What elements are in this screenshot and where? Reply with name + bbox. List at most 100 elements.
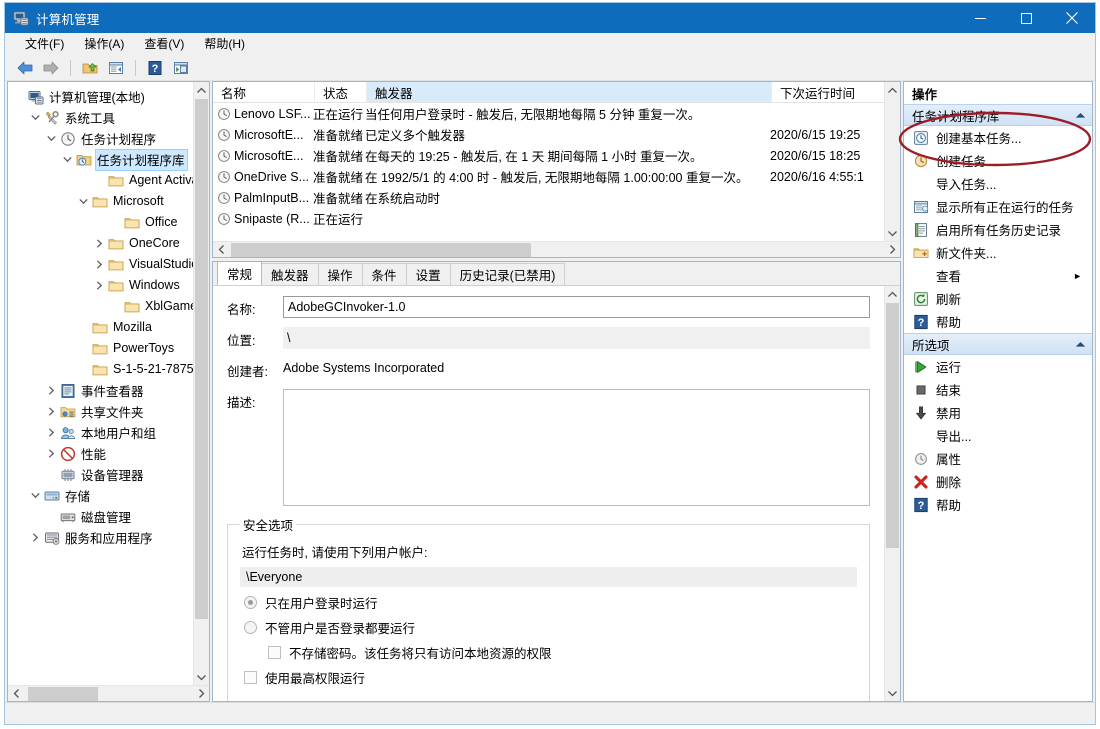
tree-hscroll-thumb[interactable] <box>28 686 98 701</box>
table-row[interactable]: PalmInputB... 准备就绪 在系统启动时 <box>213 187 900 208</box>
tree-node[interactable]: 事件查看器 <box>8 380 209 401</box>
forward-icon[interactable] <box>39 57 63 79</box>
tree-node[interactable]: Mozilla <box>8 317 209 338</box>
actions-section-header[interactable]: 任务计划程序库 <box>904 104 1092 126</box>
tree-node[interactable]: OneCore <box>8 233 209 254</box>
scroll-down-icon[interactable] <box>885 685 900 701</box>
tree-expander-icon[interactable] <box>28 533 43 542</box>
action-item[interactable]: 结束 <box>904 378 1092 401</box>
table-row[interactable]: Lenovo LSF... 正在运行 当任何用户登录时 - 触发后, 无限期地每隔 … <box>213 103 900 124</box>
tab-4[interactable]: 条件 <box>361 263 407 285</box>
help-icon[interactable]: ? <box>143 57 167 79</box>
tree-node[interactable]: 系统工具 <box>8 107 209 128</box>
tree-node[interactable]: 任务计划程序 <box>8 128 209 149</box>
tree-node[interactable]: S-1-5-21-78757 <box>8 359 209 380</box>
action-item[interactable]: 查看 ► <box>904 264 1092 287</box>
detail-vscroll-thumb[interactable] <box>886 303 899 548</box>
list-hscroll-track[interactable] <box>229 242 884 258</box>
name-field[interactable]: AdobeGCInvoker-1.0 <box>283 296 870 318</box>
tree-node[interactable]: PowerToys <box>8 338 209 359</box>
menu-item-file[interactable]: 文件(F) <box>15 33 74 55</box>
tree-horizontal-scrollbar[interactable] <box>8 685 209 701</box>
menu-item-view[interactable]: 查看(V) <box>134 33 194 55</box>
table-row[interactable]: MicrosoftE... 准备就绪 在每天的 19:25 - 触发后, 在 1 天… <box>213 145 900 166</box>
tree-expander-icon[interactable] <box>92 281 107 290</box>
action-item[interactable]: 新文件夹... <box>904 241 1092 264</box>
detail-vertical-scrollbar[interactable] <box>884 286 900 701</box>
tree-node[interactable]: 服务和应用程序 <box>8 527 209 548</box>
menu-item-help[interactable]: 帮助(H) <box>194 33 255 55</box>
chevron-up-icon[interactable] <box>1075 337 1086 351</box>
scroll-left-icon[interactable] <box>8 689 24 698</box>
scroll-up-icon[interactable] <box>885 286 900 302</box>
tree-node[interactable]: Windows <box>8 275 209 296</box>
radio-icon[interactable] <box>244 621 257 634</box>
scroll-right-icon[interactable] <box>884 245 900 254</box>
tree-node[interactable]: Office <box>8 212 209 233</box>
list-hscroll-thumb[interactable] <box>231 242 531 257</box>
actions-section-header[interactable]: 所选项 <box>904 333 1092 355</box>
action-item[interactable]: 禁用 <box>904 401 1092 424</box>
scroll-down-icon[interactable] <box>194 669 209 685</box>
option-do-not-store-password[interactable]: 不存储密码。该任务将只有访问本地资源的权限 <box>268 643 857 662</box>
action-item[interactable]: 启用所有任务历史记录 <box>904 218 1092 241</box>
tree-node[interactable]: 任务计划程序库 <box>8 148 209 171</box>
tree-expander-icon[interactable] <box>44 428 59 437</box>
option-run-only-when-logged-in[interactable]: 只在用户登录时运行 <box>244 593 857 612</box>
tree-node[interactable]: 设备管理器 <box>8 464 209 485</box>
tab-5[interactable]: 设置 <box>405 263 451 285</box>
menu-item-action[interactable]: 操作(A) <box>74 33 134 55</box>
tab-1[interactable]: 常规 <box>217 262 263 285</box>
list-vertical-scrollbar[interactable] <box>884 82 900 241</box>
action-item[interactable]: 运行 <box>904 355 1092 378</box>
show-hide-tree-icon[interactable] <box>104 57 128 79</box>
tree-node[interactable]: Agent Activatio <box>8 170 209 191</box>
chevron-up-icon[interactable] <box>1075 108 1086 122</box>
tree-node[interactable]: 共享文件夹 <box>8 401 209 422</box>
show-hide-action-pane-icon[interactable] <box>169 57 193 79</box>
tab-2[interactable]: 触发器 <box>261 263 319 285</box>
action-item[interactable]: ? 帮助 <box>904 310 1092 333</box>
tree-node[interactable]: 存储 <box>8 485 209 506</box>
tree-expander-icon[interactable] <box>28 492 43 499</box>
option-run-whether-logged-in-or-not[interactable]: 不管用户是否登录都要运行 <box>244 618 857 637</box>
tree-expander-icon[interactable] <box>60 156 75 163</box>
tree-hscroll-track[interactable] <box>24 686 193 702</box>
action-item[interactable]: 删除 <box>904 470 1092 493</box>
checkbox-icon[interactable] <box>268 646 281 659</box>
tree-node[interactable]: Microsoft <box>8 191 209 212</box>
column-header-trigger[interactable]: 触发器 <box>367 82 772 102</box>
scroll-up-icon[interactable] <box>194 82 209 98</box>
table-row[interactable]: Snipaste (R... 正在运行 <box>213 208 900 229</box>
tree-vertical-scrollbar[interactable] <box>193 82 209 685</box>
tree-node[interactable]: VisualStudio <box>8 254 209 275</box>
action-item[interactable]: 属性 <box>904 447 1092 470</box>
action-item[interactable]: 刷新 <box>904 287 1092 310</box>
column-header-status[interactable]: 状态 <box>315 82 367 102</box>
list-horizontal-scrollbar[interactable] <box>213 241 900 257</box>
tab-6[interactable]: 历史记录(已禁用) <box>449 263 566 285</box>
up-folder-icon[interactable] <box>78 57 102 79</box>
action-item[interactable]: 显示所有正在运行的任务 <box>904 195 1092 218</box>
action-item[interactable]: 创建基本任务... <box>904 126 1092 149</box>
tree-vscroll-thumb[interactable] <box>195 99 208 619</box>
description-field[interactable] <box>283 389 870 506</box>
tree-node[interactable]: 性能 <box>8 443 209 464</box>
tree-expander-icon[interactable] <box>92 260 107 269</box>
table-row[interactable]: OneDrive S... 准备就绪在 1992/5/1 的 4:00 时 - 触… <box>213 166 900 187</box>
option-run-with-highest-privileges[interactable]: 使用最高权限运行 <box>244 668 857 687</box>
table-row[interactable]: MicrosoftE... 准备就绪 已定义多个触发器 2020/6/15 19:25 <box>213 124 900 145</box>
minimize-button[interactable] <box>957 3 1003 33</box>
tree-expander-icon[interactable] <box>44 135 59 142</box>
column-header-next-run[interactable]: 下次运行时间 <box>772 82 900 102</box>
tree-node[interactable]: 本地用户和组 <box>8 422 209 443</box>
scroll-left-icon[interactable] <box>213 245 229 254</box>
tab-3[interactable]: 操作 <box>317 263 363 285</box>
close-button[interactable] <box>1049 3 1095 33</box>
tree-expander-icon[interactable] <box>44 386 59 395</box>
column-header-name[interactable]: 名称 <box>213 82 315 102</box>
tree-expander-icon[interactable] <box>92 239 107 248</box>
maximize-button[interactable] <box>1003 3 1049 33</box>
radio-icon[interactable] <box>244 596 257 609</box>
tree-expander-icon[interactable] <box>44 407 59 416</box>
